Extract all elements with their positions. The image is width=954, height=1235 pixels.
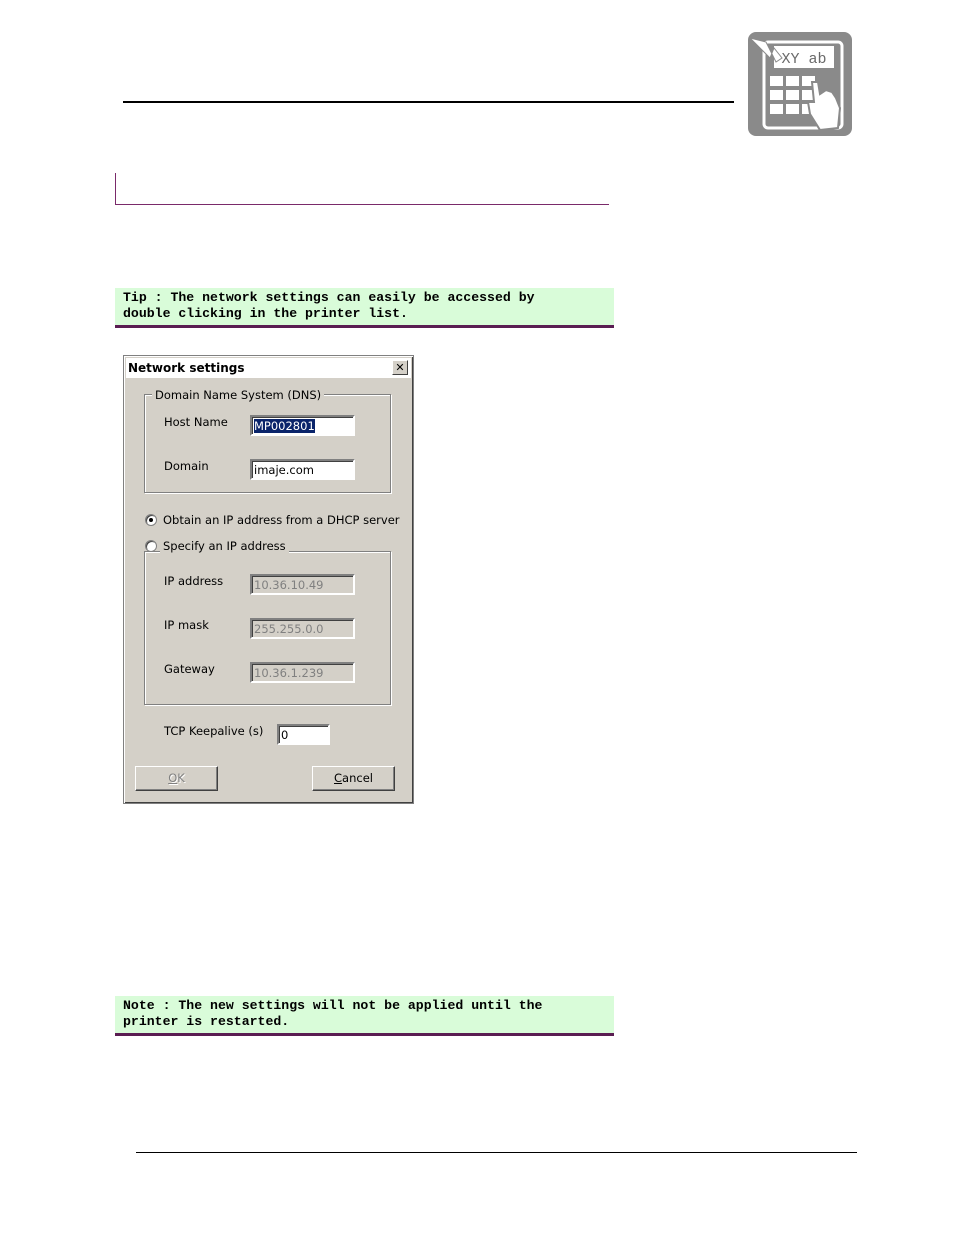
radio-dot-icon xyxy=(149,518,153,522)
dhcp-radio[interactable] xyxy=(145,514,157,526)
dns-group-label: Domain Name System (DNS) xyxy=(152,388,325,402)
ip-address-field[interactable]: 10.36.10.49 xyxy=(250,574,355,595)
section-title-box xyxy=(115,173,609,205)
close-icon[interactable]: ✕ xyxy=(392,360,408,375)
cancel-button-mnemonic: C xyxy=(334,771,343,785)
keyboard-touch-logo: XY ab xyxy=(748,32,852,136)
ip-mask-label: IP mask xyxy=(164,618,209,632)
ok-button[interactable]: OK xyxy=(135,766,218,791)
footer-rule xyxy=(136,1152,857,1153)
header-rule xyxy=(123,101,734,103)
tip-callout: Tip : The network settings can easily be… xyxy=(115,288,614,328)
note-callout: Note : The new settings will not be appl… xyxy=(115,996,614,1036)
ok-button-mnemonic: O xyxy=(168,771,178,785)
static-ip-radio-label[interactable]: Specify an IP address xyxy=(160,539,289,553)
host-name-label: Host Name xyxy=(164,415,228,429)
network-settings-dialog: Network settings ✕ Domain Name System (D… xyxy=(123,355,414,804)
gateway-field[interactable]: 10.36.1.239 xyxy=(250,662,355,683)
host-name-field[interactable]: MP002801 xyxy=(250,415,355,436)
domain-field[interactable]: imaje.com xyxy=(250,459,355,480)
domain-label: Domain xyxy=(164,459,209,473)
ip-address-label: IP address xyxy=(164,574,224,588)
gateway-label: Gateway xyxy=(164,662,215,676)
ip-mask-field[interactable]: 255.255.0.0 xyxy=(250,618,355,639)
cancel-button[interactable]: Cancel xyxy=(312,766,395,791)
keepalive-field[interactable]: 0 xyxy=(277,724,330,745)
keepalive-label: TCP Keepalive (s) xyxy=(164,724,264,738)
dhcp-radio-label[interactable]: Obtain an IP address from a DHCP server xyxy=(163,513,400,527)
dialog-titlebar: Network settings ✕ xyxy=(126,358,411,378)
logo-text: XY ab xyxy=(781,51,826,68)
host-name-value: MP002801 xyxy=(254,419,315,433)
ok-button-label: K xyxy=(177,771,185,785)
dialog-title: Network settings xyxy=(128,361,245,375)
cancel-button-label: ancel xyxy=(342,771,373,785)
static-ip-radio[interactable] xyxy=(145,540,157,552)
